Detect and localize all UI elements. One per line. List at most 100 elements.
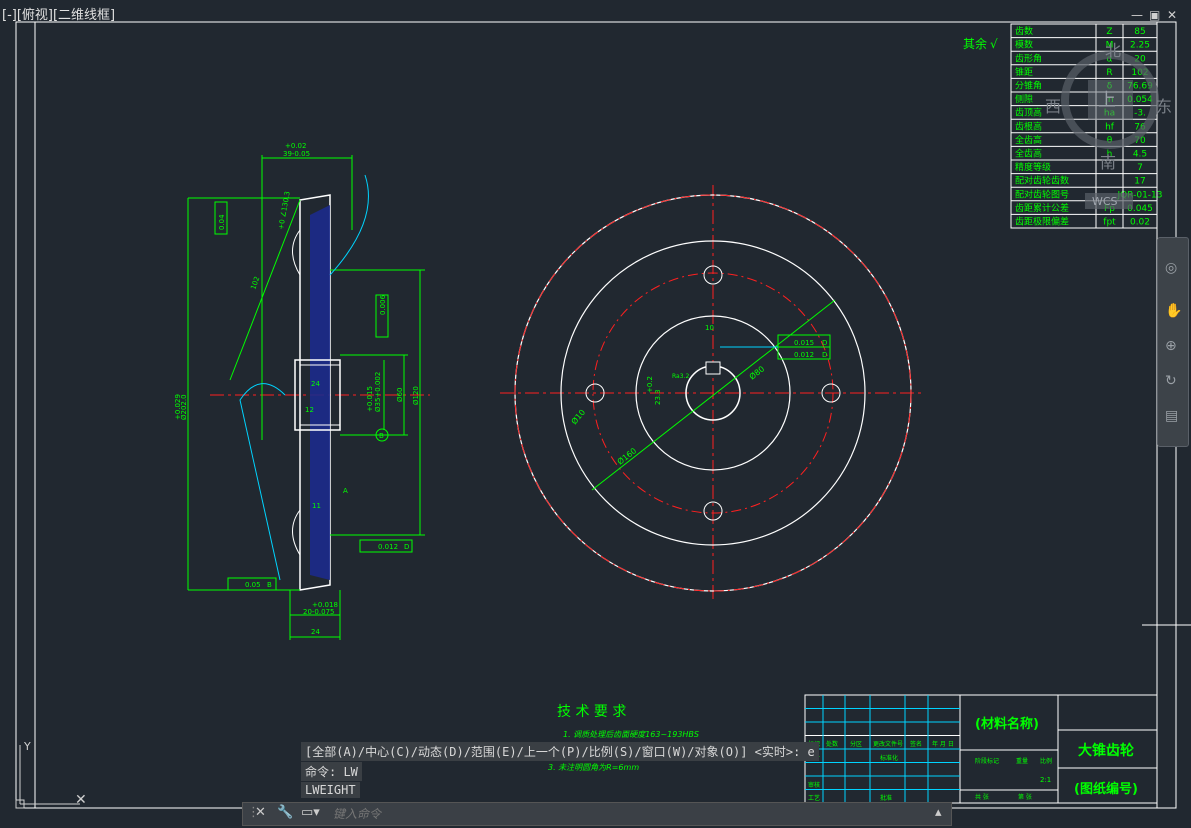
viewcube-east: 东 [1156, 97, 1172, 116]
dim-top-tol: +0.02 [285, 142, 306, 150]
spec-cell: 齿数 [1015, 25, 1033, 37]
recent-commands-icon[interactable]: ▴ [935, 805, 942, 820]
viewcube-south: 南 [1100, 153, 1116, 172]
gear-section-hatch [310, 205, 330, 580]
tb-label-process: 工艺 [808, 794, 820, 802]
datum-b: B [379, 432, 384, 440]
dim-key-tol: +0.2 [646, 376, 654, 393]
tb-material: (材料名称) [975, 716, 1039, 732]
dim-bot-width: 20-0.075 [303, 608, 334, 616]
leader-cyan-top [329, 174, 369, 276]
dim-bot-24: 24 [311, 628, 320, 636]
viewcube-top: 上 [1098, 90, 1116, 111]
viewcube-north: 北 [1105, 41, 1121, 60]
tb-label-review: 审核 [808, 781, 820, 789]
command-input[interactable] [331, 805, 935, 823]
outer-frame [15, 21, 1177, 809]
spec-cell: 85 [1134, 27, 1145, 37]
spec-cell: 齿距极限偏差 [1015, 216, 1069, 228]
dim-left-dia: Ø202.0 [180, 394, 188, 420]
dim-hole-dia: Ø35+0.002 [374, 372, 382, 412]
spec-cell: 齿根高 [1015, 120, 1042, 132]
svg-text:✕: ✕ [75, 792, 87, 808]
dim-hub-12: 12 [305, 406, 314, 414]
tol-bottom: 0.05 [245, 581, 261, 589]
tol-1-d: D [822, 339, 827, 347]
tb-label-sign: 签名 [910, 740, 922, 748]
spec-cell: 侧隙 [1015, 93, 1033, 105]
tech-item-3: 3. 未注明圆角为R=6mm [548, 763, 639, 772]
drawing-canvas[interactable]: 齿数Z85模数M2.25齿形角α20锥距R102分锥角δ76.69侧隙jn0.0… [0, 0, 1191, 828]
dim-hub-24: 24 [311, 380, 320, 388]
tol-2-d: D [822, 351, 827, 359]
spec-cell: 0.02 [1130, 218, 1150, 228]
viewcube-wcs: WCS [1092, 195, 1118, 208]
dim-angle-top: +0 ∠130.3 [277, 191, 292, 231]
orbit-icon[interactable]: ↻ [1165, 373, 1177, 389]
tol-1: 0.015 [794, 339, 814, 347]
tb-part-name: 大锥齿轮 [1078, 742, 1134, 759]
spec-cell: 全齿高 [1015, 148, 1042, 160]
spec-cell: 锥距 [1015, 66, 1033, 78]
roughness-symbol-icon: √ [990, 37, 998, 51]
tb-label-ratio: 比例 [1040, 757, 1052, 765]
tb-label-stage: 阶段标记 [975, 757, 999, 765]
command-history-line-3: LWEIGHT [301, 782, 360, 798]
customize-icon[interactable]: 🔧 [277, 805, 293, 820]
tol-box-2: 0.006 [379, 294, 387, 315]
dim-d10: Ø10 [569, 407, 587, 426]
ucs-icon: Y ✕ [15, 740, 87, 809]
side-view: +0.02 39-0.05 +0.029 Ø202.0 0.04 0.006 1… [174, 142, 430, 640]
viewcube-west: 西 [1045, 97, 1061, 116]
dim-top-width: 39-0.05 [283, 150, 310, 158]
title-block: (材料名称) 大锥齿轮 (图纸编号) 2:1 标记 处数 分区 更改文件号 签名… [804, 694, 1158, 804]
tb-label-weight: 重量 [1016, 757, 1028, 765]
tb-drawing-no: (图纸编号) [1074, 781, 1138, 797]
tb-label-zone: 分区 [850, 740, 862, 748]
roughness-ra: Ra3.2 [672, 373, 689, 380]
tol-bottom-b: B [267, 581, 272, 589]
tb-label-change: 更改文件号 [873, 740, 903, 748]
tb-label-date: 年 月 日 [932, 740, 954, 748]
steering-wheel-icon[interactable]: ◎ [1165, 260, 1177, 276]
tb-label-count: 处数 [826, 740, 838, 748]
spec-cell: 齿顶高 [1015, 107, 1042, 119]
front-view: Ø160 Ø80 Ø10 23.3 +0.2 10 0.015 D 0.012 … [500, 185, 925, 600]
spec-cell: Z [1106, 27, 1112, 37]
tol-2: 0.012 [794, 351, 814, 359]
roughness-note: 其余 [963, 36, 987, 51]
tol-flat: 0.012 [378, 543, 398, 551]
tb-label-std: 标准化 [880, 754, 898, 762]
inner-frame [34, 21, 1158, 809]
tb-label-total: 共 张 [975, 793, 989, 801]
dim-d120: Ø120 [412, 386, 420, 405]
tech-title: 技 术 要 求 [557, 704, 626, 720]
svg-text:Y: Y [23, 740, 31, 753]
command-prompt-icon[interactable]: ▭▾ [301, 805, 320, 820]
dim-key-w: 10 [705, 324, 714, 332]
command-bar: ⋮ ✕ 🔧 ▭▾ ▴ [242, 802, 952, 826]
pan-icon[interactable]: ✋ [1165, 303, 1182, 319]
dim-r11: 11 [312, 502, 321, 510]
navigation-bar[interactable]: ◎ ✋ ⊕ ↻ ▤ [1157, 237, 1189, 447]
spec-cell: 模数 [1015, 39, 1033, 51]
viewcube[interactable]: 北 西 东 南 上 WCS [1040, 40, 1180, 210]
tech-item-1: 1. 调质处理后齿面硬度163~193HBS [563, 730, 699, 739]
dim-hole-tol: +0.015 [366, 386, 374, 412]
tol-flat-d: D [404, 543, 409, 551]
dim-slant: 102 [249, 275, 261, 290]
datum-a: A [343, 487, 348, 495]
tb-label-approve: 批准 [880, 794, 892, 802]
command-history-line-1: [全部(A)/中心(C)/动态(D)/范围(E)/上一个(P)/比例(S)/窗口… [301, 742, 819, 761]
dim-key: 23.3 [654, 389, 662, 405]
spec-cell: fpt [1103, 218, 1116, 228]
tb-scale: 2:1 [1040, 776, 1051, 784]
close-command-icon[interactable]: ✕ [255, 805, 266, 820]
dim-d60: Ø60 [396, 388, 404, 402]
showmotion-icon[interactable]: ▤ [1165, 408, 1178, 424]
command-history-line-2: 命令: LW [301, 762, 362, 781]
spec-cell: 全齿高 [1015, 134, 1042, 146]
keyway [705, 361, 721, 375]
zoom-icon[interactable]: ⊕ [1165, 338, 1177, 354]
spec-cell: 分锥角 [1015, 80, 1042, 92]
